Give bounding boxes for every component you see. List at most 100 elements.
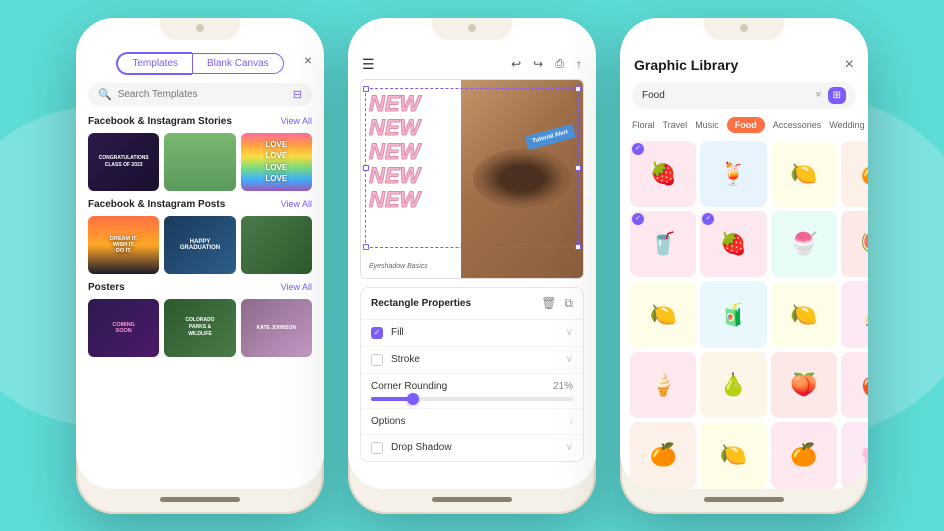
stories-cards: CONGRATULATIONSCLASS OF 2023 LOVELOVELOV… [88, 133, 312, 191]
graphic-item-18[interactable]: 🍋 [700, 422, 766, 488]
graphic-item-6[interactable]: 🍓 [700, 211, 766, 277]
graphic-item-9[interactable]: 🍋 [630, 281, 696, 347]
phone-1-screen: Templates Blank Canvas × 🔍 ⊟ Facebook & … [76, 18, 324, 489]
poster-card-1[interactable]: COMINGSOON [88, 299, 159, 357]
search-clear-icon[interactable]: × [815, 89, 821, 101]
selection-handles [365, 88, 579, 248]
graphic-item-20[interactable]: 🌸 [841, 422, 868, 488]
graphic-item-11[interactable]: 🍋 [771, 281, 837, 347]
filter-button[interactable]: ⊞ [828, 87, 846, 104]
story-card-3[interactable]: LOVELOVELOVELOVE [241, 133, 312, 191]
phone-1-close[interactable]: × [304, 52, 312, 68]
graphic-item-2[interactable]: 🍹 [700, 141, 766, 207]
section-posts: Facebook & Instagram Posts View All DREA… [76, 199, 324, 282]
graphic-item-12[interactable]: 🍌 [841, 281, 868, 347]
section-posts-view-all[interactable]: View All [281, 199, 312, 209]
drop-shadow-row[interactable]: Drop Shadow ∨ [361, 434, 583, 461]
graphic-item-3[interactable]: 🍋 [771, 141, 837, 207]
canvas-subtitle: Eyeshadow Basics [369, 263, 428, 270]
graphic-item-19[interactable]: 🍊 [771, 422, 837, 488]
phone-1-notch [160, 18, 240, 40]
editor-canvas[interactable]: NEW NEW NEW NEW NEW Tutorial Alert Eyesh… [360, 79, 584, 279]
props-header: Rectangle Properties 🗑 ⧉ [361, 288, 583, 320]
stroke-row[interactable]: Stroke ∨ [361, 347, 583, 374]
cat-music[interactable]: Music [695, 117, 719, 133]
drop-shadow-checkbox[interactable] [371, 442, 383, 454]
options-row[interactable]: Options › [361, 409, 583, 434]
fill-row[interactable]: ✓ Fill ∨ [361, 320, 583, 347]
graphic-item-8[interactable]: 🍉 [841, 211, 868, 277]
phone-3: Graphic Library × × ⊞ Floral Travel Musi… [620, 18, 868, 514]
stroke-checkbox[interactable] [371, 354, 383, 366]
post-card-1[interactable]: DREAM IT.WISH IT.DO IT. [88, 216, 159, 274]
graphic-item-15[interactable]: 🍑 [771, 352, 837, 418]
graphic-item-5[interactable]: 🥤 [630, 211, 696, 277]
handle-mr [575, 165, 581, 171]
duplicate-icon[interactable]: ⧉ [564, 296, 573, 311]
handle-tl [363, 86, 369, 92]
share-icon[interactable]: ↑ [576, 57, 582, 71]
stroke-label: Stroke [391, 354, 566, 365]
corner-slider[interactable] [371, 397, 573, 401]
graphic-item-17[interactable]: 🍊 [630, 422, 696, 488]
graphic-item-4[interactable]: 🍊 [841, 141, 868, 207]
drop-shadow-label: Drop Shadow [391, 442, 566, 453]
graphic-search-input[interactable] [642, 90, 809, 101]
graphic-library-close[interactable]: × [845, 56, 854, 74]
cat-accessories[interactable]: Accessories [773, 117, 822, 133]
cat-travel[interactable]: Travel [663, 117, 688, 133]
print-icon[interactable]: ⎙ [555, 58, 564, 71]
poster-card-3[interactable]: KATE JOHNSON [241, 299, 312, 357]
graphic-item-13[interactable]: 🍦 [630, 352, 696, 418]
handle-tr [575, 86, 581, 92]
section-stories-view-all[interactable]: View All [281, 116, 312, 126]
story-card-2[interactable] [164, 133, 235, 191]
graphic-item-14[interactable]: 🍐 [700, 352, 766, 418]
trash-icon[interactable]: 🗑 [541, 296, 556, 311]
props-icons: 🗑 ⧉ [541, 296, 573, 311]
tab-blank-canvas[interactable]: Blank Canvas [192, 53, 284, 74]
options-arrow: › [570, 416, 573, 427]
redo-icon[interactable]: ↪ [533, 57, 543, 71]
section-posters: Posters View All COMINGSOON COLORADOPARK… [76, 282, 324, 365]
story-card-1[interactable]: CONGRATULATIONSCLASS OF 2023 [88, 133, 159, 191]
posts-cards: DREAM IT.WISH IT.DO IT. HAPPYGRADUATION [88, 216, 312, 274]
search-input[interactable] [118, 89, 287, 100]
slider-thumb [407, 393, 419, 405]
section-posters-title: Posters [88, 282, 125, 293]
drop-shadow-chevron: ∨ [566, 442, 573, 453]
undo-icon[interactable]: ↩ [511, 57, 521, 71]
phone-3-home-bar [704, 497, 784, 502]
phone-2-home-bar [432, 497, 512, 502]
cat-food[interactable]: Food [727, 117, 765, 133]
graphic-item-7[interactable]: 🍧 [771, 211, 837, 277]
graphic-item-1[interactable]: 🍓 [630, 141, 696, 207]
graphic-library-title: Graphic Library [634, 57, 738, 73]
tab-templates[interactable]: Templates [116, 52, 192, 75]
graphic-item-16[interactable]: 🍎 [841, 352, 868, 418]
cat-floral[interactable]: Floral [632, 117, 655, 133]
search-icon: 🔍 [98, 88, 112, 101]
corner-value: 21% [553, 381, 573, 392]
graphic-item-10[interactable]: 🧃 [700, 281, 766, 347]
section-posts-header: Facebook & Instagram Posts View All [88, 199, 312, 210]
post-card-2[interactable]: HAPPYGRADUATION [164, 216, 235, 274]
poster-card-2[interactable]: COLORADOPARKS &WILDLIFE [164, 299, 235, 357]
rectangle-properties-panel: Rectangle Properties 🗑 ⧉ ✓ Fill ∨ Stroke [360, 287, 584, 462]
cat-wedding[interactable]: Wedding [829, 117, 864, 133]
fill-checkbox[interactable]: ✓ [371, 327, 383, 339]
category-tabs: Floral Travel Music Food Accessories Wed… [620, 117, 868, 141]
post-card-3[interactable] [241, 216, 312, 274]
section-posters-header: Posters View All [88, 282, 312, 293]
graphic-library-header: Graphic Library × [620, 52, 868, 82]
graphic-library-search: × ⊞ [632, 82, 856, 109]
menu-icon[interactable]: ☰ [362, 56, 375, 73]
phones-container: Templates Blank Canvas × 🔍 ⊟ Facebook & … [76, 18, 868, 514]
corner-rounding-row: Corner Rounding 21% [361, 374, 583, 409]
filter-icon[interactable]: ⊟ [293, 88, 302, 101]
corner-label-row: Corner Rounding 21% [371, 381, 573, 392]
phone-1-home-bar [160, 497, 240, 502]
phone-1-tabs: Templates Blank Canvas × [76, 52, 324, 83]
section-stories-title: Facebook & Instagram Stories [88, 116, 232, 127]
section-posters-view-all[interactable]: View All [281, 282, 312, 292]
